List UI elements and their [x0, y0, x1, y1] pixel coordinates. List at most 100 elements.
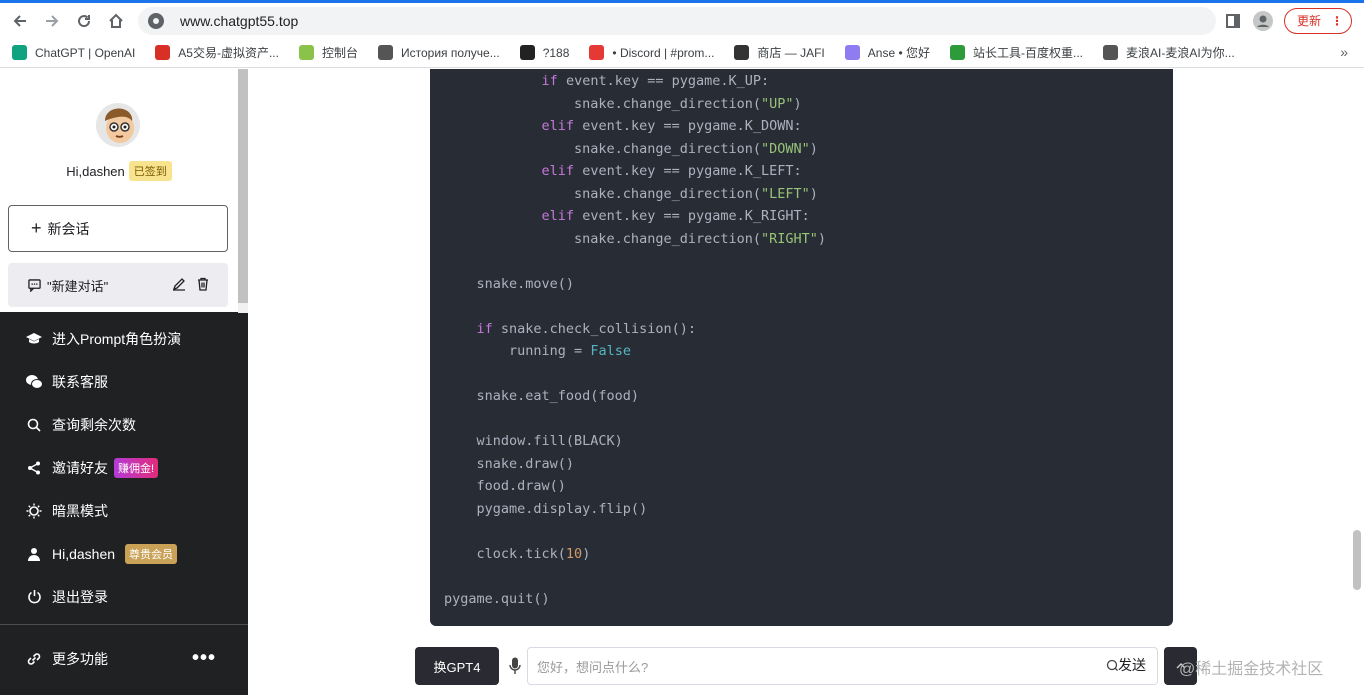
watermark-text: @稀土掘金技术社区	[1179, 661, 1324, 678]
edit-icon[interactable]	[172, 277, 186, 291]
code-block: if event.key == pygame.K_UP: snake.chang…	[430, 69, 1173, 626]
main-content: if event.key == pygame.K_UP: snake.chang…	[248, 69, 1364, 695]
reload-icon	[78, 14, 91, 27]
bookmark-label: A5交易-虚拟资产...	[178, 46, 279, 60]
code-line: running = False	[444, 343, 631, 359]
bookmark-item[interactable]: ChatGPT | OpenAI	[0, 45, 143, 60]
menu-label: 邀请好友	[52, 459, 108, 476]
page-scrollbar[interactable]	[1353, 530, 1361, 590]
menu-item-logout[interactable]: 退出登录	[0, 575, 248, 618]
bookmark-item[interactable]: 站长工具-百度权重...	[938, 44, 1091, 61]
signed-in-badge: 已签到	[128, 161, 172, 181]
bookmark-favicon-icon	[298, 45, 314, 60]
update-button[interactable]: 更新 ⋮	[1283, 7, 1352, 34]
chat-history-item[interactable]: "新建对话"	[8, 263, 228, 307]
user-icon	[25, 545, 43, 563]
profile-icon	[1252, 10, 1273, 31]
bookmark-item[interactable]: 商店 — JAFI	[722, 44, 832, 61]
bookmark-favicon-icon	[519, 45, 535, 60]
microphone-button[interactable]	[506, 655, 524, 677]
browser-toolbar: www.chatgpt55.top 更新 ⋮	[0, 3, 1364, 38]
bookmark-item[interactable]: • Discord | #prom...	[577, 45, 722, 60]
side-panel-icon	[1225, 13, 1240, 28]
menu-label: 退出登录	[52, 588, 108, 605]
code-line: pygame.display.flip()	[444, 500, 648, 517]
profile-button[interactable]	[1248, 6, 1278, 36]
bookmark-item[interactable]: 控制台	[287, 44, 366, 61]
home-icon	[109, 13, 123, 28]
code-line: snake.change_direction("DOWN")	[444, 140, 818, 157]
bookmark-favicon-icon	[377, 45, 393, 60]
switch-gpt4-button[interactable]: 换GPT4	[415, 647, 499, 685]
site-info-icon[interactable]	[148, 13, 164, 29]
power-icon	[25, 588, 43, 606]
code-line: snake.change_direction("LEFT")	[444, 185, 818, 202]
code-line: if event.key == pygame.K_UP:	[541, 73, 770, 89]
microphone-icon	[509, 657, 521, 674]
code-line: snake.move()	[444, 275, 575, 292]
menu-item-service[interactable]: 联系客服	[0, 360, 248, 403]
menu-item-query[interactable]: 查询剩余次数	[0, 403, 248, 446]
more-dots-icon[interactable]: •••	[192, 647, 216, 670]
graduation-cap-icon	[25, 330, 43, 348]
url-text[interactable]: www.chatgpt55.top	[180, 13, 298, 29]
send-button[interactable]: 发送	[1106, 655, 1146, 675]
earn-commission-badge: 赚佣金!	[114, 457, 159, 478]
bookmark-item[interactable]: 麦浪AI-麦浪AI为你...	[1091, 44, 1243, 61]
bookmark-item[interactable]: Anse • 您好	[833, 44, 938, 61]
link-icon	[25, 650, 43, 668]
bookmark-label: 麦浪AI-麦浪AI为你...	[1126, 46, 1235, 60]
code-line: elif event.key == pygame.K_LEFT:	[541, 163, 802, 179]
new-chat-button[interactable]: + 新会话	[8, 205, 228, 252]
menu-item-invite[interactable]: 邀请好友 赚佣金!	[0, 446, 248, 489]
code-line: snake.change_direction("RIGHT")	[444, 230, 827, 247]
chat-bubble-icon	[28, 278, 41, 292]
code-line: snake.change_direction("UP")	[444, 95, 802, 112]
menu-item-user[interactable]: Hi,dashen 尊贵会员	[0, 532, 248, 575]
bookmark-item[interactable]: История получе...	[366, 45, 508, 60]
chat-input[interactable]: 您好，想问点什么?	[527, 647, 1158, 685]
menu-item-dark-mode[interactable]: 暗黑模式	[0, 489, 248, 532]
code-line: elif event.key == pygame.K_DOWN:	[541, 118, 802, 134]
menu-label: 联系客服	[52, 373, 108, 390]
code-line: snake.draw()	[444, 455, 575, 472]
sidebar: Hi,dashen 已签到 + 新会话 "新建对话" 进入Prompt角色扮演 …	[0, 69, 248, 695]
user-greeting: Hi,dashen 已签到	[0, 161, 238, 181]
code-line: clock.tick(10)	[444, 545, 591, 562]
side-panel-button[interactable]	[1218, 6, 1248, 36]
bookmark-item[interactable]: A5交易-虚拟资产...	[143, 44, 287, 61]
forward-button[interactable]	[36, 5, 68, 37]
avatar[interactable]	[96, 103, 140, 147]
trash-icon[interactable]	[196, 277, 210, 291]
bookmark-favicon-icon	[1103, 45, 1118, 60]
bookmarks-overflow-icon[interactable]: »	[1340, 44, 1348, 60]
menu-label: 查询剩余次数	[52, 416, 136, 433]
bookmark-label: Anse • 您好	[867, 46, 930, 60]
more-features-button[interactable]: 更多功能 •••	[0, 637, 248, 680]
bookmark-label: ?188	[542, 45, 570, 60]
code-lines: if event.key == pygame.K_UP: snake.chang…	[444, 70, 826, 610]
code-line: window.fill(BLACK)	[444, 433, 623, 449]
bookmark-item[interactable]: ?188	[508, 45, 578, 60]
bookmarks-bar: ChatGPT | OpenAI A5交易-虚拟资产... 控制台 Истори…	[0, 38, 1364, 68]
sidebar-top: Hi,dashen 已签到 + 新会话 "新建对话"	[0, 69, 238, 312]
new-chat-label: 新会话	[47, 220, 90, 237]
code-line: if snake.check_collision():	[476, 320, 696, 337]
reload-button[interactable]	[68, 5, 100, 37]
bookmark-label: 商店 — JAFI	[757, 46, 825, 60]
back-button[interactable]	[4, 5, 36, 37]
wechat-icon	[25, 373, 43, 391]
plus-icon: +	[31, 218, 42, 238]
sidebar-scrollbar[interactable]	[238, 69, 248, 303]
home-button[interactable]	[100, 5, 132, 37]
bookmark-favicon-icon	[844, 45, 860, 60]
address-bar[interactable]: www.chatgpt55.top	[138, 7, 1216, 35]
bookmark-favicon-icon	[155, 45, 171, 60]
chat-title: "新建对话"	[47, 278, 109, 294]
code-line: snake.eat_food(food)	[444, 388, 640, 404]
menu-item-prompt[interactable]: 进入Prompt角色扮演	[0, 317, 248, 360]
